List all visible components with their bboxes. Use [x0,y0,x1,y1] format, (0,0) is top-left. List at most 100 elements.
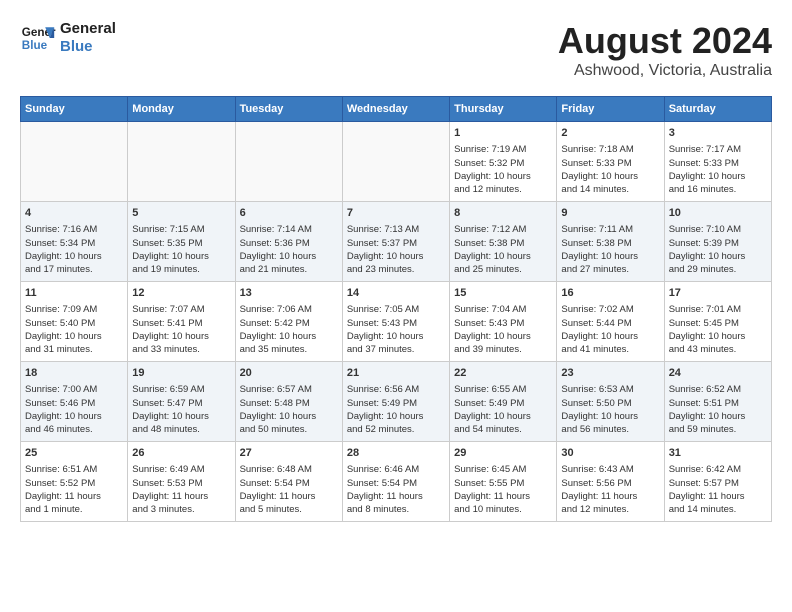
day-info: and 3 minutes. [132,503,230,516]
day-info: and 1 minute. [25,503,123,516]
day-info: Sunrise: 7:02 AM [561,303,659,316]
day-cell-9: 9Sunrise: 7:11 AMSunset: 5:38 PMDaylight… [557,202,664,282]
day-info: Sunrise: 7:19 AM [454,143,552,156]
day-info: Daylight: 10 hours [669,170,767,183]
day-info: Sunset: 5:38 PM [561,237,659,250]
day-header-monday: Monday [128,97,235,122]
day-info: and 14 minutes. [669,503,767,516]
day-cell-5: 5Sunrise: 7:15 AMSunset: 5:35 PMDaylight… [128,202,235,282]
week-row-1: 1Sunrise: 7:19 AMSunset: 5:32 PMDaylight… [21,122,772,202]
empty-cell [235,122,342,202]
day-cell-30: 30Sunrise: 6:43 AMSunset: 5:56 PMDayligh… [557,442,664,522]
day-info: Sunset: 5:32 PM [454,157,552,170]
day-info: Sunrise: 6:42 AM [669,463,767,476]
day-info: Sunset: 5:35 PM [132,237,230,250]
day-header-wednesday: Wednesday [342,97,449,122]
day-info: Daylight: 10 hours [347,410,445,423]
day-cell-12: 12Sunrise: 7:07 AMSunset: 5:41 PMDayligh… [128,282,235,362]
day-number: 17 [669,286,767,301]
day-number: 25 [25,446,123,461]
day-cell-22: 22Sunrise: 6:55 AMSunset: 5:49 PMDayligh… [450,362,557,442]
day-cell-2: 2Sunrise: 7:18 AMSunset: 5:33 PMDaylight… [557,122,664,202]
day-number: 8 [454,206,552,221]
day-info: Sunset: 5:40 PM [25,317,123,330]
day-info: Sunrise: 6:45 AM [454,463,552,476]
day-info: Sunset: 5:37 PM [347,237,445,250]
day-info: Sunrise: 6:46 AM [347,463,445,476]
day-number: 26 [132,446,230,461]
empty-cell [21,122,128,202]
day-number: 21 [347,366,445,381]
day-cell-3: 3Sunrise: 7:17 AMSunset: 5:33 PMDaylight… [664,122,771,202]
day-number: 31 [669,446,767,461]
day-header-thursday: Thursday [450,97,557,122]
day-number: 9 [561,206,659,221]
day-info: and 8 minutes. [347,503,445,516]
day-info: and 17 minutes. [25,263,123,276]
day-info: Sunrise: 7:13 AM [347,223,445,236]
day-info: Sunset: 5:39 PM [669,237,767,250]
day-cell-31: 31Sunrise: 6:42 AMSunset: 5:57 PMDayligh… [664,442,771,522]
day-info: Sunrise: 6:51 AM [25,463,123,476]
day-info: and 14 minutes. [561,183,659,196]
day-info: Daylight: 10 hours [240,330,338,343]
day-info: Sunset: 5:47 PM [132,397,230,410]
day-info: Sunset: 5:36 PM [240,237,338,250]
day-info: Sunset: 5:52 PM [25,477,123,490]
day-info: Sunrise: 7:09 AM [25,303,123,316]
day-info: and 37 minutes. [347,343,445,356]
day-info: Sunset: 5:42 PM [240,317,338,330]
day-info: Sunrise: 6:53 AM [561,383,659,396]
day-cell-15: 15Sunrise: 7:04 AMSunset: 5:43 PMDayligh… [450,282,557,362]
day-cell-4: 4Sunrise: 7:16 AMSunset: 5:34 PMDaylight… [21,202,128,282]
day-cell-29: 29Sunrise: 6:45 AMSunset: 5:55 PMDayligh… [450,442,557,522]
day-info: Daylight: 11 hours [669,490,767,503]
week-row-5: 25 Sunrise: 6:51 AMSunset: 5:52 PM Dayligh… [21,442,772,522]
day-info: Sunrise: 6:56 AM [347,383,445,396]
day-number: 24 [669,366,767,381]
day-info: and 27 minutes. [561,263,659,276]
week-row-4: 18Sunrise: 7:00 AMSunset: 5:46 PMDayligh… [21,362,772,442]
day-info: Sunset: 5:43 PM [454,317,552,330]
day-info: Daylight: 10 hours [132,330,230,343]
day-info: Daylight: 11 hours [347,490,445,503]
day-info: Daylight: 10 hours [454,170,552,183]
day-info: and 31 minutes. [25,343,123,356]
week-row-3: 11Sunrise: 7:09 AMSunset: 5:40 PMDayligh… [21,282,772,362]
day-cell-24: 24Sunrise: 6:52 AMSunset: 5:51 PMDayligh… [664,362,771,442]
day-info: Sunrise: 7:16 AM [25,223,123,236]
day-info: and 19 minutes. [132,263,230,276]
title-block: August 2024 Ashwood, Victoria, Australia [558,20,772,80]
day-cell-6: 6Sunrise: 7:14 AMSunset: 5:36 PMDaylight… [235,202,342,282]
day-info: Sunset: 5:43 PM [347,317,445,330]
day-number: 19 [132,366,230,381]
day-info: Sunset: 5:45 PM [669,317,767,330]
day-info: Sunrise: 7:07 AM [132,303,230,316]
day-info: Daylight: 10 hours [347,330,445,343]
day-info: Sunset: 5:56 PM [561,477,659,490]
day-info: Sunset: 5:33 PM [561,157,659,170]
day-header-saturday: Saturday [664,97,771,122]
day-info: and 16 minutes. [669,183,767,196]
day-info: Sunrise: 6:55 AM [454,383,552,396]
empty-cell [128,122,235,202]
day-info: Daylight: 11 hours [454,490,552,503]
day-cell-20: 20Sunrise: 6:57 AMSunset: 5:48 PMDayligh… [235,362,342,442]
day-number: 18 [25,366,123,381]
day-info: Sunrise: 7:01 AM [669,303,767,316]
logo-blue: Blue [60,38,116,56]
day-info: and 46 minutes. [25,423,123,436]
day-number: 7 [347,206,445,221]
day-info: Daylight: 10 hours [454,410,552,423]
svg-text:Blue: Blue [22,39,48,52]
day-info: Daylight: 10 hours [347,250,445,263]
day-info: Sunrise: 6:52 AM [669,383,767,396]
day-cell-14: 14Sunrise: 7:05 AMSunset: 5:43 PMDayligh… [342,282,449,362]
day-info: Sunset: 5:55 PM [454,477,552,490]
page-header: General Blue General Blue August 2024 As… [20,20,772,80]
day-info: Sunrise: 7:05 AM [347,303,445,316]
day-number: 28 [347,446,445,461]
day-info: Sunset: 5:53 PM [132,477,230,490]
day-info: Daylight: 10 hours [132,250,230,263]
day-info: and 5 minutes. [240,503,338,516]
